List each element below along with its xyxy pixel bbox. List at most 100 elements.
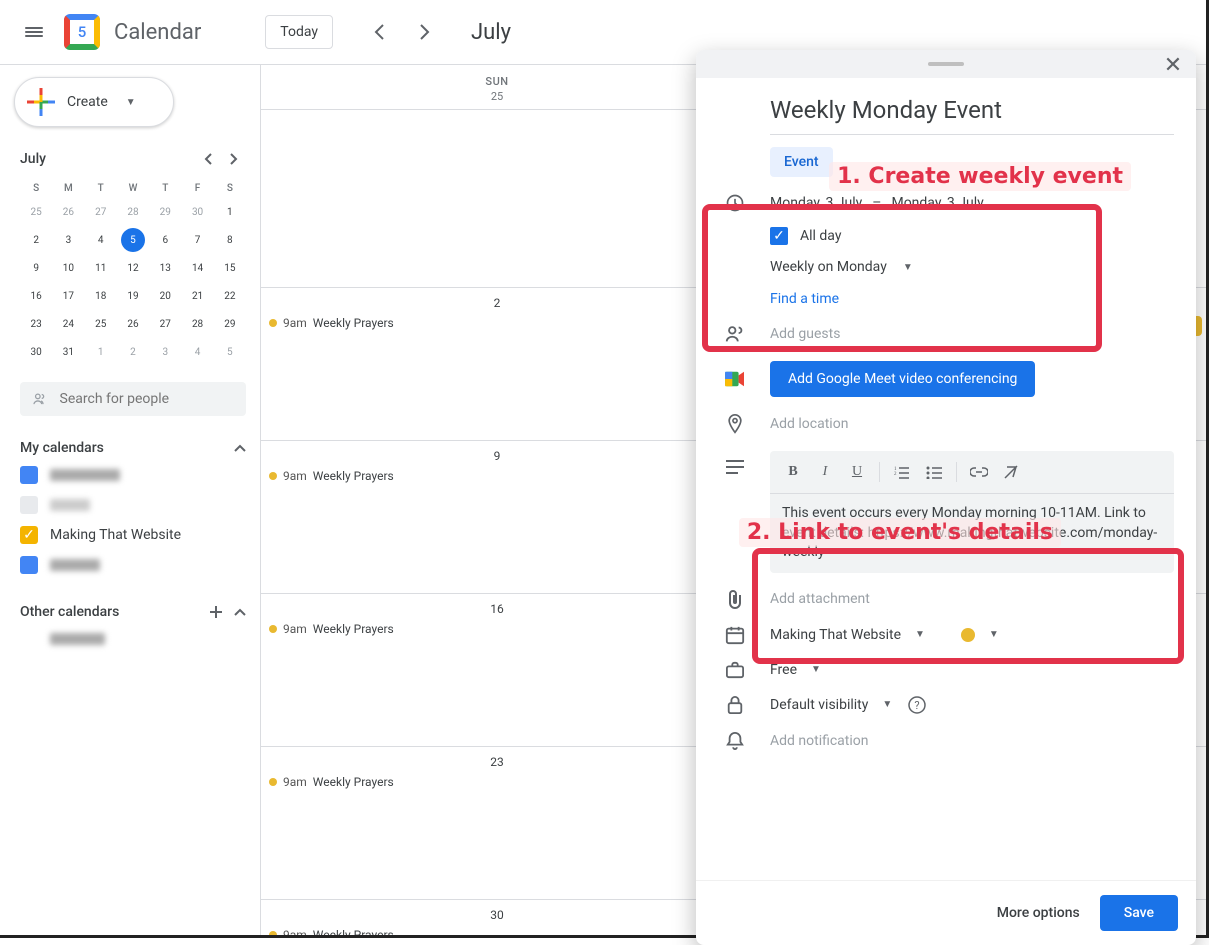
mini-day[interactable]: 29 (153, 200, 177, 224)
mini-day[interactable]: 22 (218, 284, 242, 308)
mini-day[interactable]: 24 (56, 312, 80, 336)
create-button[interactable]: Create ▼ (14, 77, 174, 127)
mini-day[interactable]: 13 (153, 256, 177, 280)
mini-day[interactable]: 5 (121, 228, 145, 252)
italic-button[interactable]: I (810, 457, 840, 487)
link-button[interactable] (964, 457, 994, 487)
mini-day[interactable]: 6 (153, 228, 177, 252)
mini-day[interactable]: 17 (56, 284, 80, 308)
recurrence-dropdown[interactable]: Weekly on Monday ▼ (770, 251, 1174, 283)
help-icon[interactable]: ? (908, 696, 926, 714)
mini-day[interactable]: 21 (186, 284, 210, 308)
mini-day[interactable]: 27 (89, 200, 113, 224)
day-cell[interactable]: 9 9amWeekly Prayers (260, 441, 733, 593)
date-start[interactable]: Monday, 3 July (770, 195, 862, 211)
add-notification-field[interactable]: Add notification (770, 733, 869, 749)
mini-day[interactable]: 26 (121, 312, 145, 336)
mini-day[interactable]: 28 (186, 312, 210, 336)
search-people-input[interactable] (60, 391, 234, 407)
more-options-button[interactable]: More options (997, 905, 1080, 921)
mini-day[interactable]: 1 (218, 200, 242, 224)
mini-day[interactable]: 3 (56, 228, 80, 252)
mini-day[interactable]: 25 (24, 200, 48, 224)
mini-day[interactable]: 27 (153, 312, 177, 336)
visibility-dropdown[interactable]: Default visibility▼ ? (770, 696, 926, 714)
prev-period-button[interactable] (361, 14, 397, 50)
mini-day[interactable]: 8 (218, 228, 242, 252)
mini-day[interactable]: 20 (153, 284, 177, 308)
all-day-checkbox[interactable]: ✓ (770, 227, 788, 245)
day-cell[interactable]: 16 9amWeekly Prayers (260, 594, 733, 746)
menu-icon[interactable] (14, 12, 54, 52)
event-item[interactable]: 9amWeekly Prayers (261, 926, 733, 935)
other-calendars-toggle[interactable]: Other calendars (20, 600, 246, 624)
mini-prev-button[interactable] (196, 147, 220, 171)
event-item[interactable]: 9amWeekly Prayers (261, 773, 733, 791)
date-end[interactable]: Monday, 3 July (891, 195, 983, 211)
mini-day[interactable]: 2 (121, 340, 145, 364)
mini-day[interactable]: 4 (89, 228, 113, 252)
mini-day[interactable]: 4 (186, 340, 210, 364)
mini-dow-label: F (181, 179, 213, 198)
underline-button[interactable]: U (842, 457, 872, 487)
mini-day[interactable]: 3 (153, 340, 177, 364)
availability-dropdown[interactable]: Free▼ (770, 662, 821, 678)
mini-day[interactable]: 30 (186, 200, 210, 224)
save-button[interactable]: Save (1100, 895, 1178, 931)
bold-button[interactable]: B (778, 457, 808, 487)
calendar-item[interactable] (20, 460, 246, 490)
mini-day[interactable]: 2 (24, 228, 48, 252)
mini-day[interactable]: 29 (218, 312, 242, 336)
event-item[interactable]: 9amWeekly Prayers (261, 467, 733, 485)
event-item[interactable]: 9amWeekly Prayers (261, 620, 733, 638)
event-dot-icon (269, 778, 277, 786)
day-cell[interactable]: 30 9amWeekly Prayers (260, 900, 733, 935)
add-guests-field[interactable]: Add guests (770, 326, 840, 342)
event-title-input[interactable] (770, 90, 1174, 135)
mini-day[interactable]: 18 (89, 284, 113, 308)
close-button[interactable]: ✕ (1160, 52, 1186, 78)
mini-day[interactable]: 15 (218, 256, 242, 280)
description-textarea[interactable]: This event occurs every Monday morning 1… (770, 494, 1174, 573)
plus-icon[interactable] (208, 604, 224, 620)
clear-format-button[interactable] (996, 457, 1026, 487)
mini-day[interactable]: 16 (24, 284, 48, 308)
mini-day[interactable]: 5 (218, 340, 242, 364)
add-meet-button[interactable]: Add Google Meet video conferencing (770, 361, 1035, 397)
calendar-dropdown[interactable]: Making That Website▼ ▼ (770, 627, 999, 643)
my-calendars-toggle[interactable]: My calendars (20, 436, 246, 460)
find-time-link[interactable]: Find a time (770, 283, 839, 315)
mini-day[interactable]: 12 (121, 256, 145, 280)
search-people-field[interactable] (20, 382, 246, 416)
day-cell[interactable]: 2 9amWeekly Prayers (260, 288, 733, 440)
event-item[interactable]: 9amWeekly Prayers (261, 314, 733, 332)
calendar-item[interactable] (20, 624, 246, 654)
bullet-list-button[interactable] (919, 457, 949, 487)
mini-day[interactable]: 25 (89, 312, 113, 336)
add-attachment-field[interactable]: Add attachment (770, 591, 870, 607)
mini-day[interactable]: 7 (186, 228, 210, 252)
mini-day[interactable]: 14 (186, 256, 210, 280)
calendar-item[interactable] (20, 490, 246, 520)
mini-day[interactable]: 1 (89, 340, 113, 364)
today-button[interactable]: Today (265, 15, 333, 49)
mini-day[interactable]: 31 (56, 340, 80, 364)
mini-next-button[interactable] (222, 147, 246, 171)
mini-day[interactable]: 28 (121, 200, 145, 224)
mini-day[interactable]: 30 (24, 340, 48, 364)
add-location-field[interactable]: Add location (770, 416, 848, 432)
mini-day[interactable]: 19 (121, 284, 145, 308)
day-cell[interactable]: 23 9amWeekly Prayers (260, 747, 733, 899)
calendar-item-making-that-website[interactable]: ✓Making That Website (20, 520, 246, 550)
mini-day[interactable]: 23 (24, 312, 48, 336)
mini-day[interactable]: 26 (56, 200, 80, 224)
numbered-list-button[interactable]: 12 (887, 457, 917, 487)
dialog-drag-handle[interactable]: ✕ (696, 50, 1196, 78)
mini-day[interactable]: 11 (89, 256, 113, 280)
day-cell[interactable] (260, 110, 733, 287)
mini-day[interactable]: 10 (56, 256, 80, 280)
calendar-item[interactable] (20, 550, 246, 580)
tab-event[interactable]: Event (770, 147, 833, 177)
next-period-button[interactable] (407, 14, 443, 50)
mini-day[interactable]: 9 (24, 256, 48, 280)
